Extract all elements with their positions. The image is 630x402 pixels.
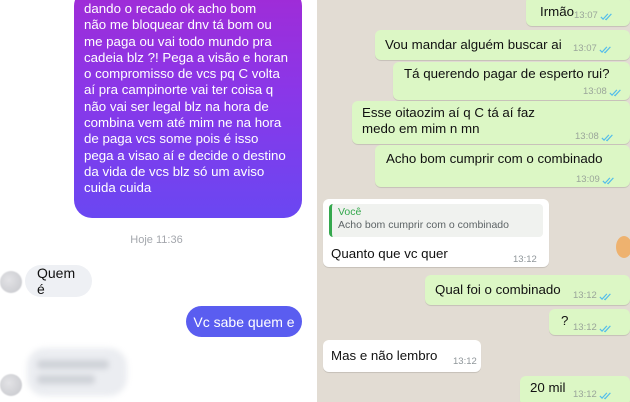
- messenger-panel: dando o recado ok acho bom não me bloque…: [0, 0, 313, 402]
- outgoing-message[interactable]: Acho bom cumprir com o combinado 13:09: [375, 145, 630, 187]
- sent-message-text: dando o recado ok acho bom não me bloque…: [84, 1, 289, 196]
- sent-message-long[interactable]: dando o recado ok acho bom não me bloque…: [74, 0, 302, 218]
- whatsapp-panel: Irmão 13:07 Vou mandar alguém buscar ai …: [317, 0, 630, 402]
- conversation-timestamp: Hoje 11:36: [130, 234, 183, 246]
- blurred-message: [27, 348, 127, 396]
- message-text: Vou mandar alguém buscar ai: [385, 37, 562, 52]
- outgoing-message[interactable]: ? 13:12: [549, 309, 630, 335]
- message-text: ?: [561, 313, 569, 328]
- message-time: 13:08: [583, 86, 607, 97]
- message-time: 13:07: [573, 43, 597, 54]
- read-receipt-icon: [600, 12, 612, 20]
- read-receipt-icon: [599, 292, 611, 300]
- message-time: 13:12: [573, 389, 597, 400]
- message-time: 13:09: [576, 174, 600, 185]
- incoming-message-reply[interactable]: Você Acho bom cumprir com o combinado Qu…: [323, 199, 549, 267]
- message-time: 13:08: [575, 131, 599, 142]
- message-time: 13:12: [513, 254, 537, 265]
- read-receipt-icon: [599, 324, 611, 332]
- message-meta: 13:08: [583, 84, 623, 100]
- message-text: Mas e não lembro: [331, 348, 438, 363]
- outgoing-message[interactable]: Esse oitaozim aí q C tá aí faz medo em m…: [352, 101, 630, 144]
- message-text: Acho bom cumprir com o combinado: [386, 151, 603, 166]
- quoted-author: Você: [338, 206, 362, 218]
- message-meta: 13:07: [574, 8, 614, 24]
- read-receipt-icon: [609, 88, 621, 96]
- sent-message-blue[interactable]: Vc sabe quem e: [186, 306, 302, 337]
- outgoing-message[interactable]: Tá querendo pagar de esperto rui? 13:08: [393, 62, 630, 100]
- message-meta: 13:12: [573, 320, 613, 336]
- message-text: 20 mil: [530, 380, 566, 395]
- outgoing-message[interactable]: Qual foi o combinado 13:12: [425, 275, 630, 305]
- read-receipt-icon: [599, 45, 611, 53]
- outgoing-message[interactable]: Vou mandar alguém buscar ai 13:07: [375, 30, 630, 60]
- received-message-text: Quem é: [37, 265, 76, 297]
- message-time: 13:12: [573, 290, 597, 301]
- message-text: Quanto que vc quer: [331, 246, 448, 261]
- message-time: 13:07: [574, 10, 598, 21]
- message-text: Esse oitaozim aí q C tá aí faz medo em m…: [362, 105, 535, 136]
- message-meta: 13:12: [573, 387, 613, 402]
- quoted-message[interactable]: Você Acho bom cumprir com o combinado: [329, 204, 543, 237]
- outgoing-message[interactable]: 20 mil 13:12: [520, 376, 630, 402]
- message-meta: 13:12: [573, 288, 613, 304]
- incoming-message[interactable]: Mas e não lembro 13:12: [323, 340, 481, 372]
- message-time: 13:12: [453, 356, 477, 367]
- quoted-text: Acho bom cumprir com o combinado: [338, 219, 509, 231]
- message-text: Irmão: [540, 4, 574, 19]
- contact-avatar-2[interactable]: [0, 374, 22, 396]
- message-meta: 13:09: [576, 172, 616, 188]
- sent-message-blue-text: Vc sabe quem e: [193, 313, 295, 330]
- read-receipt-icon: [601, 133, 613, 141]
- message-time: 13:12: [573, 322, 597, 333]
- read-receipt-icon: [599, 391, 611, 399]
- reaction-icon[interactable]: [616, 236, 630, 258]
- message-meta: 13:07: [573, 41, 613, 57]
- message-text: Tá querendo pagar de esperto rui?: [404, 66, 610, 81]
- received-message[interactable]: Quem é: [25, 265, 92, 297]
- outgoing-message[interactable]: Irmão 13:07: [526, 0, 630, 26]
- contact-avatar[interactable]: [0, 271, 22, 293]
- read-receipt-icon: [602, 176, 614, 184]
- message-meta: 13:08: [575, 129, 615, 145]
- message-text: Qual foi o combinado: [435, 282, 561, 297]
